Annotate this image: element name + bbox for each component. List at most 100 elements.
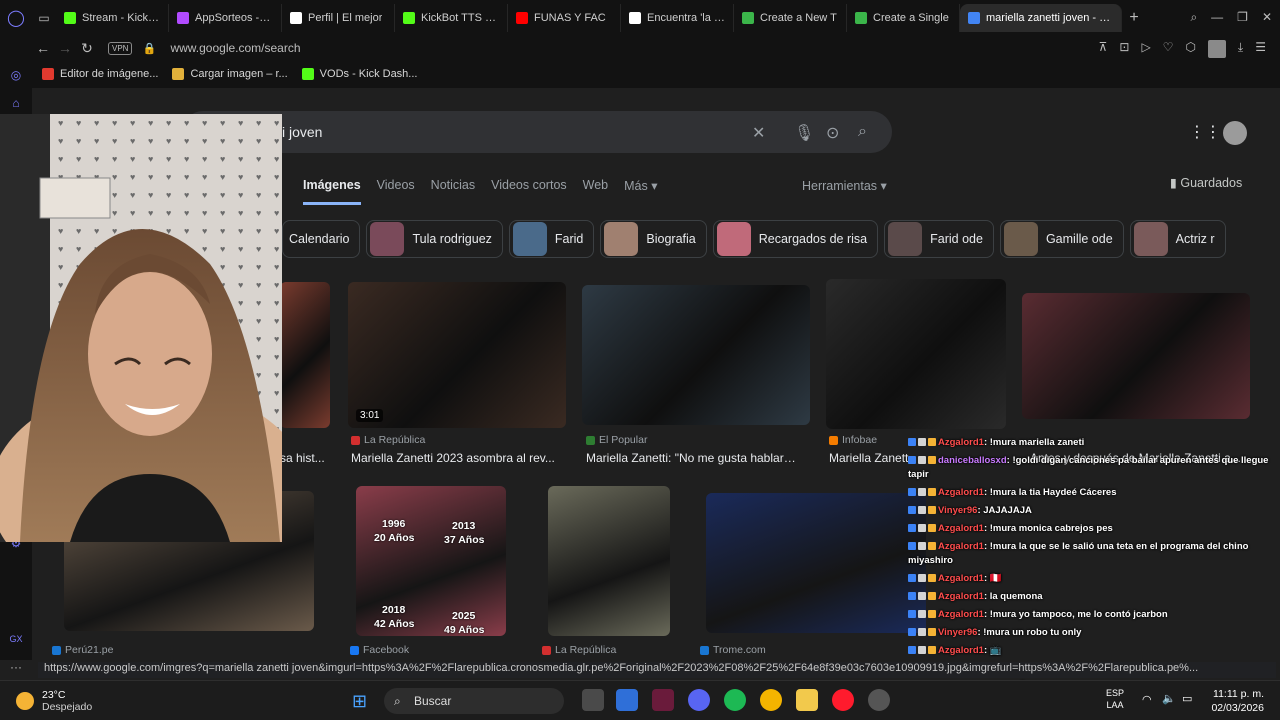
refinement-chip[interactable]: Farid [508,220,595,258]
result-source[interactable]: Facebook [350,644,409,656]
browser-tab[interactable]: mariella zanetti joven - Bus [960,4,1122,32]
search-tab[interactable]: Noticias [431,178,475,205]
back-button[interactable]: ← [32,40,54,56]
result-thumbnail[interactable] [706,493,926,633]
search-icon[interactable]: ⌕ [858,123,867,141]
heart-icon[interactable]: ♡ [1163,40,1174,58]
browser-tab[interactable]: Create a New T [734,4,847,32]
result-source[interactable]: El Popular [586,434,647,446]
result-caption[interactable]: sa hist... [280,451,340,465]
system-clock[interactable]: 11:11 p. m. 02/03/2026 [1198,687,1264,715]
restore-button[interactable]: ❐ [1237,10,1248,25]
result-source[interactable]: Perú21.pe [52,644,113,656]
search-box[interactable]: i joven ✕ 🎙 ⊙ ⌕ [182,111,892,153]
chat-message: Azgalord1: !mura mariella zaneti [906,434,1276,452]
result-thumbnail[interactable] [582,285,810,425]
result-source[interactable]: Trome.com [700,644,766,656]
windows-start-icon[interactable]: ⊞ [352,691,367,712]
result-thumbnail[interactable]: 1996 20 Años 2013 37 Años 2018 42 Años 2025 49 … [356,486,506,636]
search-tabs-icon[interactable]: ⌕ [1190,10,1197,25]
result-caption[interactable]: Mariella Zanetti: "No me gusta hablar ..… [586,451,796,465]
result-source[interactable]: La República [542,644,616,656]
bookmark-item[interactable]: Editor de imágene... [42,68,158,80]
discord-icon[interactable] [688,689,710,711]
browser-tab[interactable]: KickBot TTS Co [395,4,508,32]
clear-search-icon[interactable]: ✕ [752,123,765,143]
search-input[interactable]: i joven [282,124,322,140]
file-explorer-icon[interactable] [796,689,818,711]
result-thumbnail[interactable] [280,282,330,428]
chrome-icon[interactable] [760,689,782,711]
refinement-chip[interactable]: Biografia [600,220,707,258]
refinement-chip[interactable]: Calendario [282,220,361,258]
messenger-icon[interactable]: ⌂ [9,96,23,110]
bookmark-item[interactable]: VODs - Kick Dash... [301,68,417,80]
browser-tab[interactable]: AppSorteos - La [169,4,282,32]
taskbar-search[interactable]: ⌕ Buscar [384,688,564,714]
spotify-icon[interactable] [724,689,746,711]
language-indicator[interactable]: ESP LAA [1106,687,1124,711]
app-icon[interactable] [652,689,674,711]
search-tab[interactable]: Imágenes [303,178,361,205]
result-source[interactable]: La República [351,434,425,446]
new-tab-button[interactable]: + [1122,9,1146,27]
workspace-icon[interactable]: ▭ [32,11,56,25]
result-caption[interactable]: Mariella Zanetti 2023 asombra al rev... [351,451,561,465]
gx-icon[interactable]: GX [9,634,23,648]
more-icon[interactable]: ··· [9,660,23,674]
wifi-icon[interactable]: ◠ [1142,693,1152,706]
download-icon[interactable]: ⤓ [1238,40,1243,58]
lens-icon[interactable]: ⊙ [826,123,839,143]
refinement-chip[interactable]: Gamille ode [999,220,1124,258]
minimize-button[interactable]: — [1211,10,1223,25]
search-tab[interactable]: Más ▾ [624,178,657,205]
bookmark-item[interactable]: Cargar imagen – r... [172,68,288,80]
refinement-chip[interactable]: Recargados de risa [712,220,879,258]
refinement-chip[interactable]: Farid ode [884,220,994,258]
reload-button[interactable]: ↻ [76,40,98,57]
saved-label: Guardados [1180,176,1243,190]
result-thumbnail[interactable]: 3:01 [348,282,566,428]
microphone-icon[interactable]: 🎙 [794,123,814,143]
browser-tab[interactable]: Perfil | El mejor [282,4,395,32]
saved-button[interactable]: ▮ Guardados [1170,175,1242,190]
search-tab[interactable]: Videos cortos [491,178,567,205]
browser-tab[interactable]: Encuentra 'la pa [621,4,734,32]
result-source[interactable]: Infobae [829,434,877,446]
result-thumbnail[interactable] [548,486,670,636]
chat-badge-icon [928,456,936,464]
vpn-badge[interactable]: VPN [108,41,133,55]
aria-icon[interactable]: ◎ [9,68,23,82]
url-field[interactable]: www.google.com/search [170,41,300,55]
outlook-icon[interactable] [616,689,638,711]
pin-icon[interactable]: ⊼ [1099,40,1108,58]
browser-tab[interactable]: Stream - Kick Da [56,4,169,32]
search-tab[interactable]: Web [583,178,608,205]
task-view-icon[interactable] [582,689,604,711]
close-window-button[interactable]: ✕ [1262,10,1272,25]
battery-icon[interactable]: ▭ [1182,692,1192,705]
browser-tab[interactable]: FUNAS Y FAC [508,4,621,32]
browser-tab[interactable]: Create a Single [847,4,960,32]
weather-widget[interactable]: 23°C Despejado [16,689,92,713]
apps-grid-icon[interactable]: ⋮⋮ [1189,122,1221,142]
obs-icon[interactable] [868,689,890,711]
refinement-chip[interactable]: Tula rodriguez [366,220,503,258]
account-avatar[interactable] [1223,121,1247,145]
forward-button[interactable]: → [54,40,76,56]
result-thumbnail[interactable] [826,279,1006,429]
snapshot-icon[interactable]: ⊡ [1119,40,1129,58]
lock-icon[interactable]: 🔒 [138,42,160,55]
menu-icon[interactable]: ☰ [1255,40,1266,58]
play-icon[interactable]: ▷ [1141,40,1150,58]
extensions-icon[interactable]: ⬡ [1185,40,1195,58]
image-text-label: 2018 [382,604,406,616]
search-tab[interactable]: Videos [377,178,415,205]
refinement-chip[interactable]: Actriz r [1129,220,1226,258]
profile-avatar[interactable] [1207,40,1226,58]
opera-gx-icon[interactable] [832,689,854,711]
opera-logo-icon[interactable]: ◯ [0,8,32,28]
tools-button[interactable]: Herramientas ▾ [802,178,887,193]
result-thumbnail[interactable] [1022,293,1250,419]
volume-icon[interactable]: 🔈 [1162,692,1176,705]
